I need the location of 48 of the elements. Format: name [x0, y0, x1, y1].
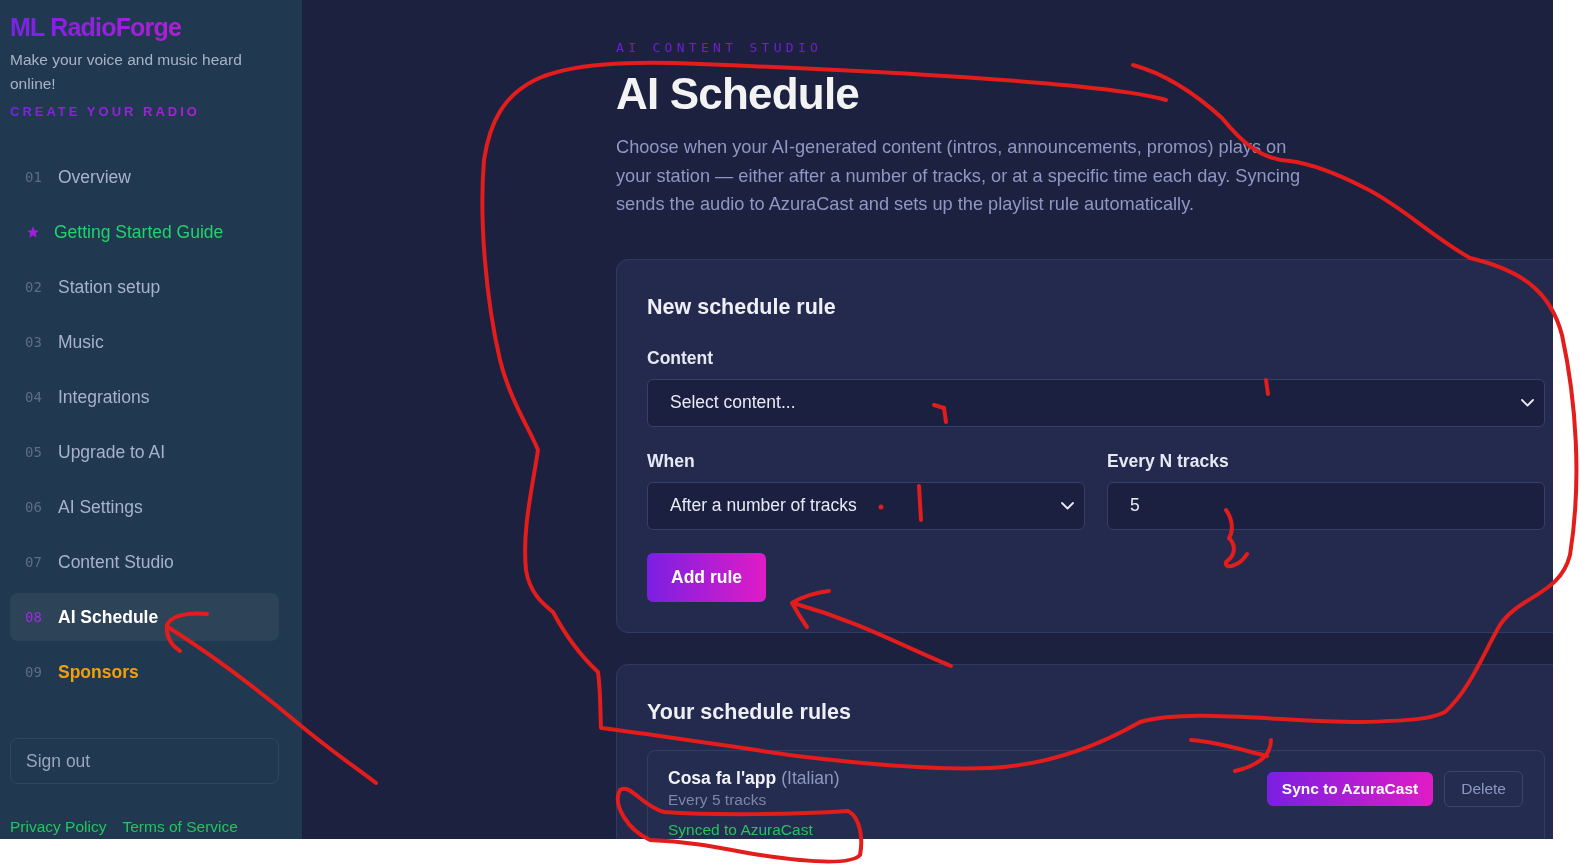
- select-field[interactable]: Select content...: [647, 378, 1545, 427]
- nav-item[interactable]: 05 Upgrade to AI: [10, 428, 279, 476]
- star-icon: [27, 226, 39, 238]
- footer-link[interactable]: Privacy Policy: [10, 818, 107, 836]
- add-rule-button[interactable]: Add rule: [647, 552, 766, 602]
- nav-item[interactable]: 03 Music: [10, 318, 279, 366]
- nav-number: 07: [25, 554, 43, 570]
- nav-item[interactable]: 02 Station setup: [10, 263, 279, 311]
- freehand-dot: [878, 504, 884, 510]
- nav-number: 08: [25, 609, 43, 625]
- nav-number: 06: [25, 499, 43, 515]
- field-label: When: [647, 449, 696, 472]
- select-field[interactable]: After a number of tracks: [647, 481, 1085, 530]
- rule-language: (Italian): [781, 766, 840, 789]
- freehand-mark: [917, 484, 923, 522]
- nav-number: 02: [25, 279, 43, 295]
- chevron-down-icon: [1061, 501, 1074, 510]
- section-eyebrow: AI CONTENT STUDIO: [616, 40, 823, 56]
- nav-number: 04: [25, 389, 43, 405]
- brand-tagline: Make your voice and music heard online!: [10, 50, 243, 94]
- rule-trigger: Every 5 tracks: [668, 789, 768, 810]
- number-input[interactable]: 5: [1107, 481, 1545, 530]
- page-title: AI Schedule: [616, 68, 860, 120]
- card-title: Your schedule rules: [647, 698, 852, 726]
- nav-item[interactable]: 08 AI Schedule: [10, 593, 279, 641]
- freehand-mark: [932, 403, 948, 424]
- footer-link[interactable]: Terms of Service: [122, 818, 238, 836]
- field-label: Content: [647, 346, 715, 369]
- nav-number: 01: [25, 169, 43, 185]
- field-label: Every N tracks: [1107, 449, 1230, 472]
- sign-out-button[interactable]: Sign out: [10, 738, 279, 784]
- sync-button[interactable]: Sync to AzuraCast: [1266, 771, 1434, 806]
- nav-item[interactable]: 01 Overview: [10, 153, 279, 201]
- chevron-down-icon: [1521, 398, 1534, 407]
- nav-item[interactable]: Getting Started Guide: [10, 208, 279, 256]
- nav-item[interactable]: 04 Integrations: [10, 373, 279, 421]
- rule-name: Cosa fa l'app: [668, 766, 777, 789]
- nav-item[interactable]: 07 Content Studio: [10, 538, 279, 586]
- card-title: New schedule rule: [647, 293, 837, 321]
- nav-number: 05: [25, 444, 43, 460]
- freehand-mark: [1264, 378, 1270, 396]
- nav-item[interactable]: 06 AI Settings: [10, 483, 279, 531]
- nav-number: 09: [25, 664, 43, 680]
- rule-status: Synced to AzuraCast: [668, 819, 814, 839]
- delete-button[interactable]: Delete: [1444, 770, 1523, 807]
- freehand-mark: [1223, 508, 1249, 569]
- nav-item[interactable]: 09 Sponsors: [10, 648, 279, 696]
- nav-number: 03: [25, 334, 43, 350]
